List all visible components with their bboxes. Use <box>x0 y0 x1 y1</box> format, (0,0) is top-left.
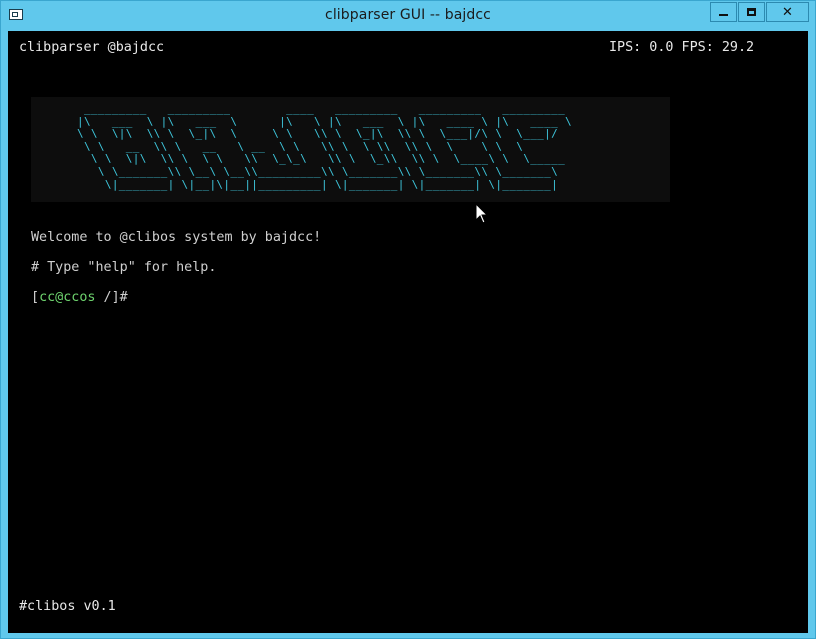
app-header-label: clibparser @bajdcc <box>19 40 165 55</box>
maximize-icon <box>747 8 756 16</box>
version-label: #clibos v0.1 <box>19 599 116 614</box>
welcome-message: Welcome to @clibos system by bajdcc! <box>31 230 322 245</box>
title-bar[interactable]: clibparser GUI -- bajdcc ✕ <box>1 1 815 31</box>
terminal-canvas[interactable]: clibparser @bajdcc IPS: 0.0 FPS: 29.2 __… <box>8 31 808 633</box>
prompt-host: cc@ccos <box>39 290 96 305</box>
help-hint: # Type "help" for help. <box>31 260 217 275</box>
close-icon: ✕ <box>782 4 793 20</box>
ascii-logo: _________ _________ ____ _________ _____… <box>76 102 573 191</box>
minimize-button[interactable] <box>710 2 737 22</box>
prompt-path: /]# <box>95 290 128 305</box>
performance-stats: IPS: 0.0 FPS: 29.2 <box>609 40 755 55</box>
minimize-icon <box>719 14 728 16</box>
app-window: clibparser GUI -- bajdcc ✕ clibparser @b… <box>0 0 816 639</box>
command-prompt[interactable]: [cc@ccos /]# <box>31 290 128 306</box>
ascii-banner: _________ _________ ____ _________ _____… <box>31 97 670 202</box>
window-title: clibparser GUI -- bajdcc <box>325 7 491 23</box>
close-button[interactable]: ✕ <box>766 2 809 22</box>
prompt-open-bracket: [ <box>31 290 40 305</box>
mouse-pointer-icon <box>475 203 489 224</box>
maximize-button[interactable] <box>738 2 765 22</box>
